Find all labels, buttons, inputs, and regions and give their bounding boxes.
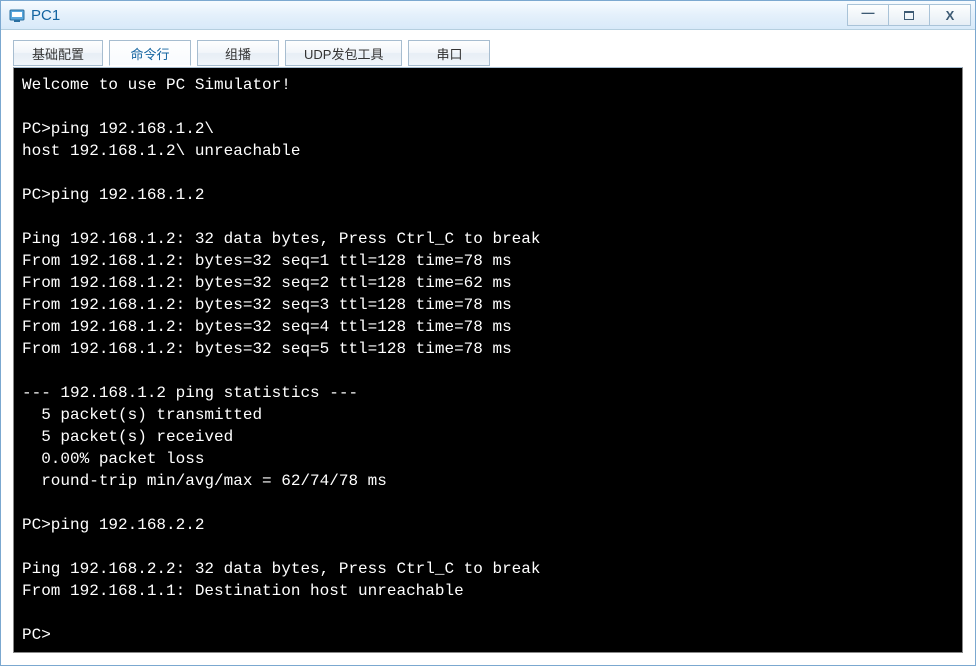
minimize-icon: —	[862, 5, 875, 20]
app-window: PC1 — X 基础配置 命令行 组播 UDP发包工具	[0, 0, 976, 666]
tab-label: 组播	[225, 44, 251, 63]
tab-bar: 基础配置 命令行 组播 UDP发包工具 串口	[13, 40, 963, 66]
app-icon	[9, 7, 25, 23]
tab-label: UDP发包工具	[304, 44, 383, 63]
tab-serial-port[interactable]: 串口	[408, 40, 490, 66]
tab-command-line[interactable]: 命令行	[109, 40, 191, 66]
tab-multicast[interactable]: 组播	[197, 40, 279, 66]
titlebar[interactable]: PC1 — X	[1, 1, 975, 30]
minimize-button[interactable]: —	[847, 4, 889, 26]
tab-label: 基础配置	[32, 44, 84, 63]
window-controls: — X	[847, 4, 971, 26]
maximize-icon	[904, 11, 914, 20]
close-icon: X	[946, 8, 955, 23]
tab-udp-tool[interactable]: UDP发包工具	[285, 40, 402, 66]
content-area: 基础配置 命令行 组播 UDP发包工具 串口 Welcome to use PC…	[1, 30, 975, 665]
tab-label: 串口	[436, 44, 462, 63]
close-button[interactable]: X	[929, 4, 971, 26]
terminal-output: Welcome to use PC Simulator! PC>ping 192…	[22, 74, 954, 646]
terminal[interactable]: Welcome to use PC Simulator! PC>ping 192…	[13, 67, 963, 653]
tab-label: 命令行	[131, 44, 170, 63]
window-title: PC1	[31, 7, 847, 24]
maximize-button[interactable]	[888, 4, 930, 26]
tab-basic-config[interactable]: 基础配置	[13, 40, 103, 66]
